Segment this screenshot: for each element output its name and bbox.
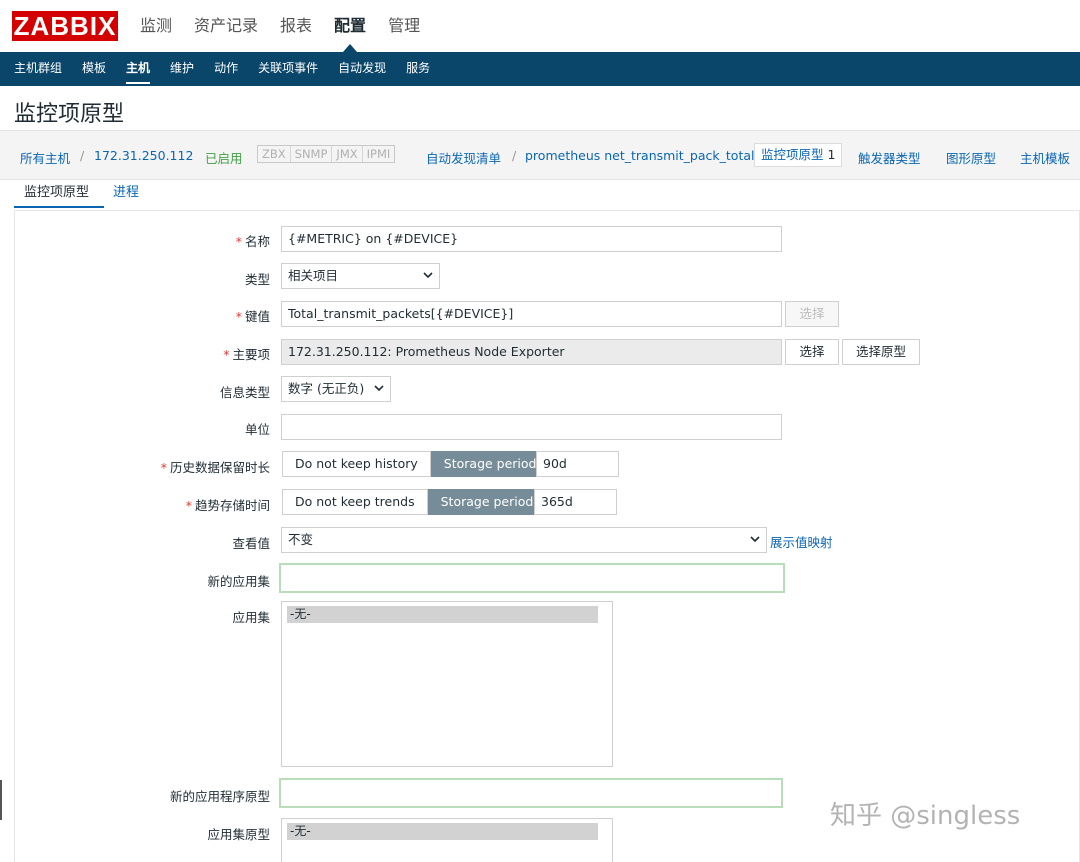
sub-menu: 主机群组 模板 主机 维护 动作 关联项事件 自动发现 服务 bbox=[0, 52, 1080, 86]
menu-monitoring[interactable]: 监测 bbox=[140, 0, 172, 52]
list-item[interactable]: -无- bbox=[287, 606, 598, 623]
trends-storage-period-option[interactable]: Storage period bbox=[427, 489, 547, 515]
type-label: 类型 bbox=[244, 272, 270, 287]
applications-label: 应用集 bbox=[232, 610, 270, 625]
name-label: * 名称 bbox=[235, 234, 270, 249]
item-prototypes-count: 1 bbox=[827, 147, 836, 162]
new-application-prototype-input[interactable] bbox=[279, 778, 783, 808]
submenu-maintenance[interactable]: 维护 bbox=[170, 52, 194, 86]
breadcrumb-item-prototypes[interactable]: 监控项原型 1 bbox=[754, 143, 843, 167]
submenu-host-groups[interactable]: 主机群组 bbox=[14, 52, 62, 86]
breadcrumb-graph-prototypes[interactable]: 图形原型 bbox=[946, 148, 996, 167]
menu-reports[interactable]: 报表 bbox=[280, 0, 312, 52]
breadcrumb-host[interactable]: 172.31.250.112 bbox=[94, 148, 193, 163]
history-mode-toggle: Do not keep history Storage period bbox=[282, 451, 550, 477]
name-input[interactable]: {#METRIC} on {#DEVICE} bbox=[281, 226, 782, 252]
new-application-input[interactable] bbox=[279, 563, 785, 593]
breadcrumb-all-hosts[interactable]: 所有主机 bbox=[20, 148, 70, 167]
breadcrumb-separator: / bbox=[80, 148, 85, 163]
menu-inventory[interactable]: 资产记录 bbox=[194, 0, 258, 52]
breadcrumb: 所有主机 / 172.31.250.112 已启用 自动发现清单 / prome… bbox=[0, 130, 1080, 180]
breadcrumb-trigger-types[interactable]: 触发器类型 bbox=[858, 148, 921, 167]
breadcrumb-host-templates[interactable]: 主机模板 bbox=[1020, 148, 1070, 167]
master-item-label: * 主要项 bbox=[223, 347, 270, 362]
submenu-actions[interactable]: 动作 bbox=[214, 52, 238, 86]
trends-do-not-keep-option[interactable]: Do not keep trends bbox=[282, 489, 428, 515]
value-map-select-value: 不变 bbox=[288, 532, 314, 547]
zbx-badge: ZBX bbox=[258, 146, 291, 162]
type-select-value: 相关项目 bbox=[288, 268, 339, 283]
submenu-correlation[interactable]: 关联项事件 bbox=[258, 52, 318, 86]
main-menu: 监测 资产记录 报表 配置 管理 bbox=[140, 0, 442, 52]
new-application-prototype-label: 新的应用程序原型 bbox=[169, 789, 270, 804]
breadcrumb-discovery-list[interactable]: 自动发现清单 bbox=[426, 148, 501, 167]
key-input[interactable]: Total_transmit_packets[{#DEVICE}] bbox=[281, 301, 782, 327]
submenu-services[interactable]: 服务 bbox=[406, 52, 430, 86]
top-header: ZABBIX 监测 资产记录 报表 配置 管理 bbox=[0, 0, 1080, 53]
chevron-down-icon bbox=[423, 272, 433, 279]
master-item-select-button[interactable]: 选择 bbox=[785, 339, 839, 365]
new-application-label: 新的应用集 bbox=[207, 574, 270, 589]
show-value-mappings-link[interactable]: 展示值映射 bbox=[770, 532, 833, 551]
availability-indicators: ZBX SNMP JMX IPMI bbox=[257, 145, 396, 163]
type-select[interactable]: 相关项目 bbox=[281, 263, 440, 289]
application-prototypes-label: 应用集原型 bbox=[207, 827, 270, 842]
units-label: 单位 bbox=[244, 422, 270, 437]
ipmi-badge: IPMI bbox=[366, 147, 391, 161]
applications-listbox[interactable]: -无- bbox=[281, 601, 613, 767]
trends-mode-toggle: Do not keep trends Storage period bbox=[282, 489, 547, 515]
window-edge-divider bbox=[0, 780, 2, 820]
value-map-label: 查看值 bbox=[232, 536, 270, 551]
watermark: 知乎 @singless bbox=[830, 801, 1021, 831]
submenu-hosts[interactable]: 主机 bbox=[126, 52, 151, 86]
master-item-input[interactable]: 172.31.250.112: Prometheus Node Exporter bbox=[281, 339, 782, 365]
active-tab-underline bbox=[14, 206, 104, 208]
submenu-discovery[interactable]: 自动发现 bbox=[338, 52, 386, 86]
list-item[interactable]: -无- bbox=[287, 823, 598, 840]
submenu-templates[interactable]: 模板 bbox=[82, 52, 106, 86]
info-type-select[interactable]: 数字 (无正负) bbox=[281, 376, 391, 402]
value-map-select[interactable]: 不变 bbox=[281, 527, 767, 553]
trends-period-input[interactable]: 365d bbox=[534, 489, 617, 515]
info-type-select-value: 数字 (无正负) bbox=[288, 381, 365, 396]
menu-configuration[interactable]: 配置 bbox=[334, 0, 366, 52]
page-title: 监控项原型 bbox=[14, 102, 125, 127]
application-prototypes-listbox[interactable]: -无- bbox=[281, 818, 613, 862]
key-label: * 键值 bbox=[235, 309, 270, 324]
snmp-badge: SNMP bbox=[291, 146, 333, 162]
host-status-enabled[interactable]: 已启用 bbox=[205, 148, 243, 167]
tab-process[interactable]: 进程 bbox=[113, 183, 139, 203]
key-select-button[interactable]: 选择 bbox=[785, 301, 839, 327]
menu-administration[interactable]: 管理 bbox=[388, 0, 420, 52]
trends-label: * 趋势存储时间 bbox=[185, 498, 270, 513]
history-do-not-keep-option[interactable]: Do not keep history bbox=[282, 451, 431, 477]
breadcrumb-discovery-rule[interactable]: prometheus net_transmit_pack_total bbox=[525, 148, 754, 163]
breadcrumb-item-prototypes-label: 监控项原型 bbox=[761, 147, 824, 162]
master-item-select-prototype-button[interactable]: 选择原型 bbox=[842, 339, 920, 365]
units-input[interactable] bbox=[281, 414, 782, 440]
chevron-down-icon bbox=[374, 385, 384, 392]
info-type-label: 信息类型 bbox=[219, 385, 270, 400]
chevron-down-icon bbox=[750, 536, 760, 543]
jmx-badge: JMX bbox=[332, 146, 363, 162]
breadcrumb-separator: / bbox=[512, 148, 517, 163]
history-label: * 历史数据保留时长 bbox=[160, 460, 270, 475]
history-storage-period-option[interactable]: Storage period bbox=[430, 451, 550, 477]
zabbix-logo[interactable]: ZABBIX bbox=[12, 11, 118, 41]
history-period-input[interactable]: 90d bbox=[536, 451, 619, 477]
tab-item-prototype[interactable]: 监控项原型 bbox=[24, 183, 89, 203]
